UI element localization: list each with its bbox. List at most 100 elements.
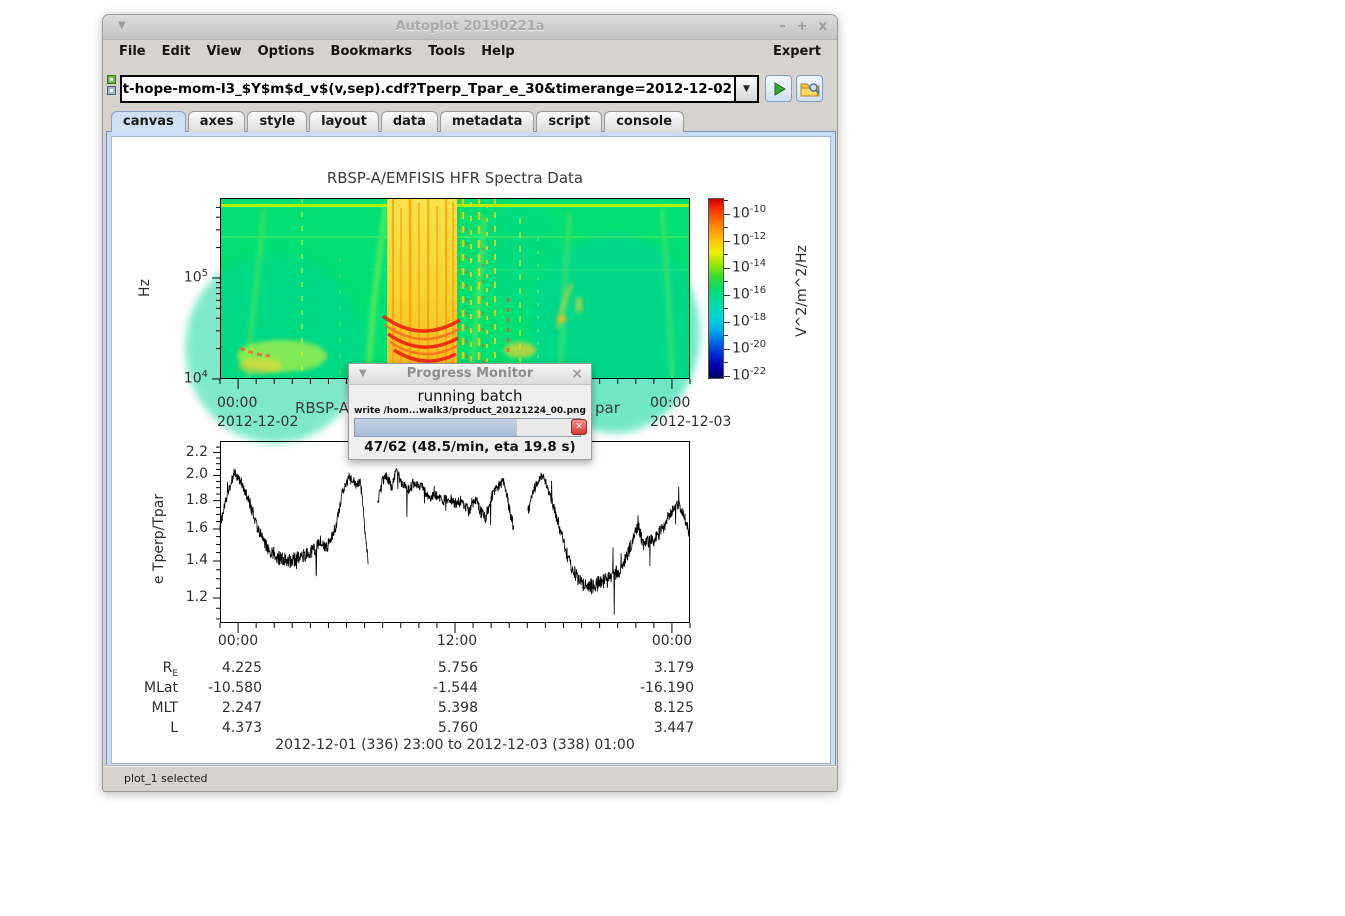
annotation-value: 4.373 (152, 720, 262, 736)
go-play-button[interactable] (765, 75, 792, 102)
toolbar: a_rel04_ect-hope-mom-l3_$Y$m$d_v$(v,sep)… (103, 62, 837, 112)
menu-tools[interactable]: Tools (420, 42, 473, 61)
progress-bar-fill (355, 419, 517, 436)
plot1-xtick-left: 00:00 (217, 395, 257, 411)
plot2-xtick-mid: 12:00 (435, 633, 479, 649)
menubar: File Edit View Options Bookmarks Tools H… (103, 40, 837, 62)
colorbar-tick (724, 335, 728, 336)
folder-magnifier-icon (800, 80, 820, 98)
plot2-ytick-label: 1.8 (164, 492, 208, 508)
progress-dialog-arrow-icon[interactable]: ▼ (359, 364, 367, 384)
colorbar-tick (724, 241, 730, 242)
colorbar-unit-label: V^2/m^2/Hz (794, 245, 810, 337)
plot1-ytick-label: 105 (164, 268, 208, 286)
plot2-ytick-label: 2.2 (164, 444, 208, 460)
close-button[interactable]: x (819, 19, 827, 34)
tab-style[interactable]: style (247, 111, 307, 132)
menu-help[interactable]: Help (473, 42, 522, 61)
menu-bookmarks[interactable]: Bookmarks (323, 42, 421, 61)
annotation-value: 3.179 (584, 660, 694, 676)
progress-dialog-titlebar[interactable]: ▼ Progress Monitor × (349, 364, 591, 385)
colorbar-tick (724, 322, 730, 323)
tab-data[interactable]: data (381, 111, 438, 132)
progress-dialog-close-icon[interactable]: × (571, 364, 583, 384)
plot1-xdate-left: 2012-12-02 (217, 414, 298, 430)
plot1-ylabel: Hz (137, 279, 153, 297)
plot2-ytick-label: 1.2 (164, 589, 208, 605)
colorbar-tick (724, 200, 728, 201)
colorbar-tick-label: 10-18 (732, 312, 766, 330)
colorbar-tick (724, 281, 728, 282)
menu-edit[interactable]: Edit (154, 42, 199, 61)
tab-axes[interactable]: axes (188, 111, 246, 132)
annotation-value: 3.447 (584, 720, 694, 736)
colorbar-tick-label: 10-10 (732, 204, 766, 222)
annotation-value: -16.190 (584, 680, 694, 696)
plot2-xtick-left: 00:00 (216, 633, 260, 649)
colorbar-tick-label: 10-14 (732, 258, 766, 276)
progress-cancel-button[interactable]: ✕ (571, 419, 587, 435)
tab-bar: canvas axes style layout data metadata s… (111, 111, 684, 132)
maximize-button[interactable]: + (797, 19, 808, 34)
plot2-ytick-label: 1.4 (164, 552, 208, 568)
colorbar-tick-label: 10-20 (732, 339, 766, 357)
tab-metadata[interactable]: metadata (440, 111, 534, 132)
annotation-value: 5.398 (368, 700, 478, 716)
plot1-ytick-label: 104 (164, 369, 208, 387)
plot2-ytick-label: 1.6 (164, 520, 208, 536)
open-file-button[interactable] (796, 75, 823, 102)
colorbar-tick (724, 295, 730, 296)
annotation-value: 8.125 (584, 700, 694, 716)
plot1-title: RBSP-A/EMFISIS HFR Spectra Data (220, 169, 690, 187)
autoplot-window: ▼ Autoplot 20190221a –+x File Edit View … (102, 14, 838, 792)
annotation-value: -1.544 (368, 680, 478, 696)
uri-combobox: a_rel04_ect-hope-mom-l3_$Y$m$d_v$(v,sep)… (120, 75, 759, 103)
colorbar-tick (724, 349, 730, 350)
tab-script[interactable]: script (536, 111, 602, 132)
status-bar: plot_1 selected (103, 765, 837, 791)
status-text: plot_1 selected (124, 772, 208, 785)
annotation-value: -10.580 (152, 680, 262, 696)
uri-dropdown-button[interactable]: ▼ (734, 77, 757, 101)
colorbar-tick (724, 268, 730, 269)
tab-console[interactable]: console (604, 111, 684, 132)
colorbar-tick-label: 10-16 (732, 285, 766, 303)
timeseries-plot[interactable] (220, 441, 690, 623)
annotation-value: 4.225 (152, 660, 262, 676)
colorbar-tick (724, 214, 730, 215)
progress-task-label: running batch (349, 387, 591, 405)
plot2-ytick-label: 2.0 (164, 466, 208, 482)
tab-canvas[interactable]: canvas (111, 111, 186, 132)
menu-file[interactable]: File (111, 42, 154, 61)
annotation-value: 5.756 (368, 660, 478, 676)
tab-layout[interactable]: layout (309, 111, 379, 132)
colorbar-tick-label: 10-22 (732, 366, 766, 384)
plot1-xdate-right: 2012-12-03 (650, 414, 731, 430)
timerange-footer: 2012-12-01 (336) 23:00 to 2012-12-03 (33… (220, 737, 690, 753)
window-controls: –+ x (768, 19, 827, 34)
colorbar-tick (724, 227, 728, 228)
datasource-type-icon (107, 75, 117, 97)
annotation-value: 2.247 (152, 700, 262, 716)
progress-status-text: 47/62 (48.5/min, eta 19.8 s) (349, 437, 591, 459)
uri-input[interactable]: a_rel04_ect-hope-mom-l3_$Y$m$d_v$(v,sep)… (122, 77, 734, 101)
progress-bar (354, 418, 581, 437)
spectrogram-plot[interactable] (220, 198, 690, 379)
colorbar-tick (724, 254, 728, 255)
plot2-title-fragment-left: RBSP-A (295, 399, 349, 417)
progress-monitor-dialog[interactable]: ▼ Progress Monitor × running batch write… (348, 363, 592, 460)
colorbar-tick (724, 362, 728, 363)
menu-view[interactable]: View (198, 42, 249, 61)
plot1-xtick-right: 00:00 (650, 395, 690, 411)
plot2-xtick-right: 00:00 (650, 633, 694, 649)
colorbar-tick (724, 376, 730, 377)
window-titlebar[interactable]: ▼ Autoplot 20190221a –+x (103, 15, 837, 40)
play-icon (770, 80, 788, 98)
colorbar[interactable] (708, 198, 724, 379)
expert-menu[interactable]: Expert (765, 42, 829, 61)
menu-options[interactable]: Options (250, 42, 323, 61)
colorbar-tick-label: 10-12 (732, 231, 766, 249)
plot2-title-fragment-right: par (595, 399, 620, 417)
annotation-value: 5.760 (368, 720, 478, 736)
minimize-button[interactable]: – (779, 19, 786, 34)
